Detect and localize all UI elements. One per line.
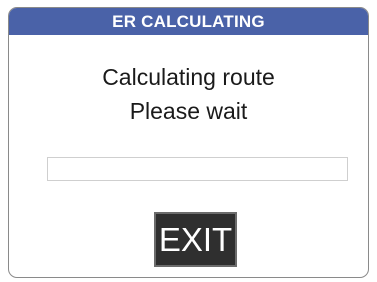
er-calculating-dialog: ER CALCULATING Calculating route Please … [8, 7, 369, 278]
dialog-titlebar: ER CALCULATING [9, 8, 368, 35]
progress-bar [47, 157, 348, 181]
dialog-title: ER CALCULATING [112, 11, 265, 31]
exit-button[interactable]: EXIT [154, 212, 237, 267]
wait-message: Please wait [129, 98, 248, 124]
status-message: Calculating route [102, 64, 275, 90]
